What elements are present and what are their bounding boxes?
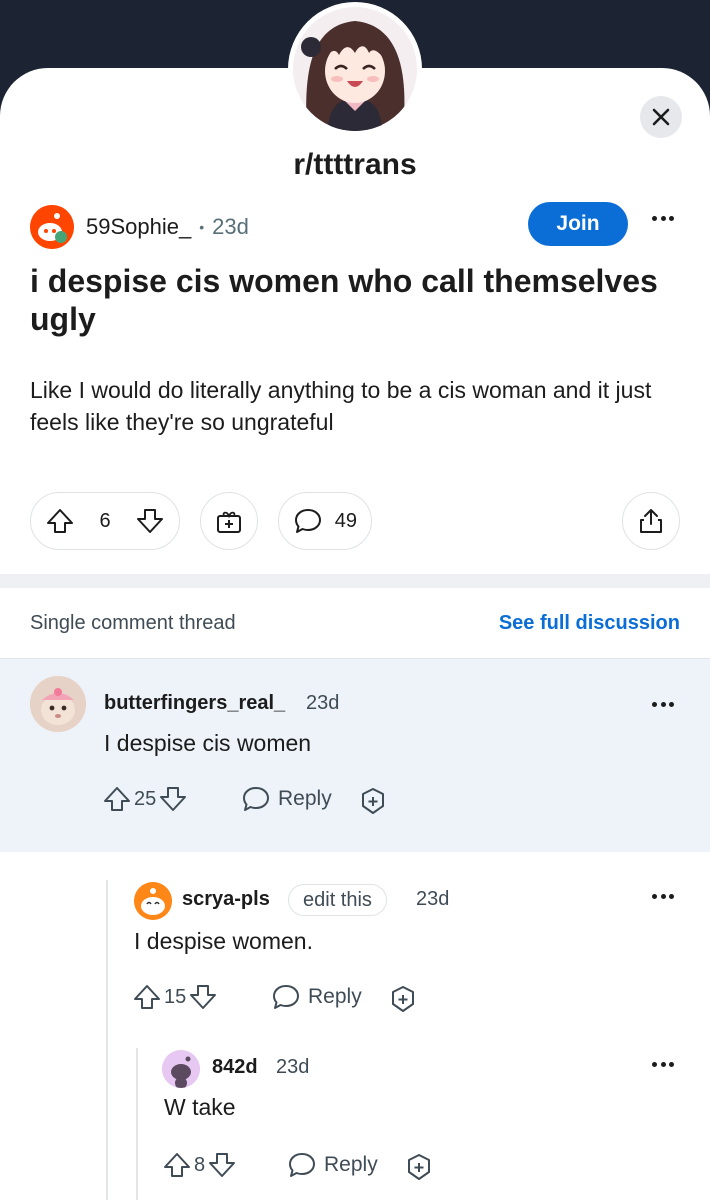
upvote-icon[interactable] [102, 784, 132, 814]
share-button[interactable] [622, 492, 680, 550]
commenter-avatar[interactable] [162, 1050, 200, 1088]
join-button[interactable]: Join [528, 202, 628, 246]
comment-text: W take [164, 1094, 236, 1120]
more-icon-dot [652, 215, 657, 221]
more-icon-dot [660, 1061, 666, 1067]
comment-vote-group: 25 [102, 784, 188, 814]
comment-text: I despise women. [134, 928, 313, 954]
more-icon-dot [669, 215, 674, 221]
author-avatar[interactable] [30, 205, 74, 249]
commenter-avatar[interactable] [30, 676, 86, 732]
comment-vote-group: 15 [132, 982, 218, 1012]
subreddit-avatar [288, 2, 422, 136]
post-body: Like I would do literally anything to be… [30, 377, 652, 435]
post-author-row: 59Sophie_ • 23d [30, 204, 249, 250]
anime-girl-avatar-image [293, 7, 417, 131]
meta-separator: • [199, 219, 205, 235]
comment-vote-count: 15 [164, 985, 187, 1008]
more-icon-dot [669, 893, 674, 899]
comment-age: 23d [276, 1056, 310, 1078]
post-age: 23d [212, 214, 249, 239]
post-author-name[interactable]: 59Sophie_ [86, 214, 191, 240]
close-icon [652, 108, 670, 126]
downvote-icon[interactable] [158, 784, 188, 814]
award-icon[interactable] [404, 1152, 434, 1182]
comment-more-button[interactable] [648, 1054, 678, 1074]
award-icon [214, 506, 244, 536]
vote-pill: 6 [30, 492, 180, 550]
cat-avatar-image [30, 676, 86, 732]
user-flair: edit this [288, 884, 387, 916]
reply-label: Reply [324, 1153, 378, 1176]
more-icon-dot [660, 893, 666, 899]
subreddit-name[interactable]: r/ttttrans [0, 148, 710, 182]
share-icon [636, 506, 666, 536]
comment-author[interactable]: butterfingers_real_ [104, 692, 285, 715]
reply-button[interactable]: Reply [270, 982, 362, 1012]
comment-author[interactable]: scrya-pls [182, 888, 270, 911]
post-comment-count: 49 [334, 509, 357, 532]
comment-vote-count: 8 [194, 1153, 206, 1176]
reply-label: Reply [278, 787, 332, 810]
reply-button[interactable]: Reply [286, 1150, 378, 1180]
snoo-avatar-icon [134, 882, 172, 920]
more-icon-dot [660, 215, 666, 221]
award-icon[interactable] [358, 786, 388, 816]
upvote-icon[interactable] [132, 982, 162, 1012]
comment-text: I despise cis women [104, 730, 312, 756]
comment-more-button[interactable] [648, 886, 678, 906]
comment-vote-group: 8 [162, 1150, 237, 1180]
post-more-button[interactable] [648, 208, 678, 228]
comment-author[interactable]: 842d [212, 1056, 258, 1079]
more-icon-dot [669, 701, 674, 707]
comment-age: 23d [306, 692, 340, 714]
thread-line[interactable] [136, 1048, 138, 1200]
snoo-avatar-icon [30, 205, 74, 249]
reply-button[interactable]: Reply [240, 784, 332, 814]
award-button[interactable] [200, 492, 258, 550]
post-title[interactable]: i despise cis women who call themselves … [30, 262, 680, 338]
reply-icon [270, 982, 302, 1012]
snoo-avatar-icon [162, 1050, 200, 1088]
reply-icon [240, 784, 272, 814]
more-icon-dot [652, 701, 657, 707]
award-icon[interactable] [388, 984, 418, 1014]
more-icon-dot [652, 893, 657, 899]
downvote-icon[interactable] [188, 982, 218, 1012]
thread-line[interactable] [106, 880, 108, 1200]
post-vote-count: 6 [99, 509, 111, 532]
section-divider [0, 574, 710, 588]
comment-icon [293, 506, 323, 536]
comment-age: 23d [416, 888, 450, 910]
downvote-icon[interactable] [135, 506, 165, 536]
reply-label: Reply [308, 985, 362, 1008]
close-button[interactable] [640, 96, 682, 138]
commenter-avatar[interactable] [134, 882, 172, 920]
thread-label: Single comment thread [30, 612, 236, 634]
upvote-icon[interactable] [45, 506, 75, 536]
downvote-icon[interactable] [207, 1150, 237, 1180]
more-icon-dot [660, 701, 666, 707]
comment-vote-count: 25 [134, 787, 157, 810]
reply-icon [286, 1150, 318, 1180]
more-icon-dot [669, 1061, 674, 1067]
comments-button[interactable]: 49 [278, 492, 372, 550]
see-full-discussion-link[interactable]: See full discussion [499, 612, 680, 635]
more-icon-dot [652, 1061, 657, 1067]
comment-more-button[interactable] [648, 694, 678, 714]
upvote-icon[interactable] [162, 1150, 192, 1180]
